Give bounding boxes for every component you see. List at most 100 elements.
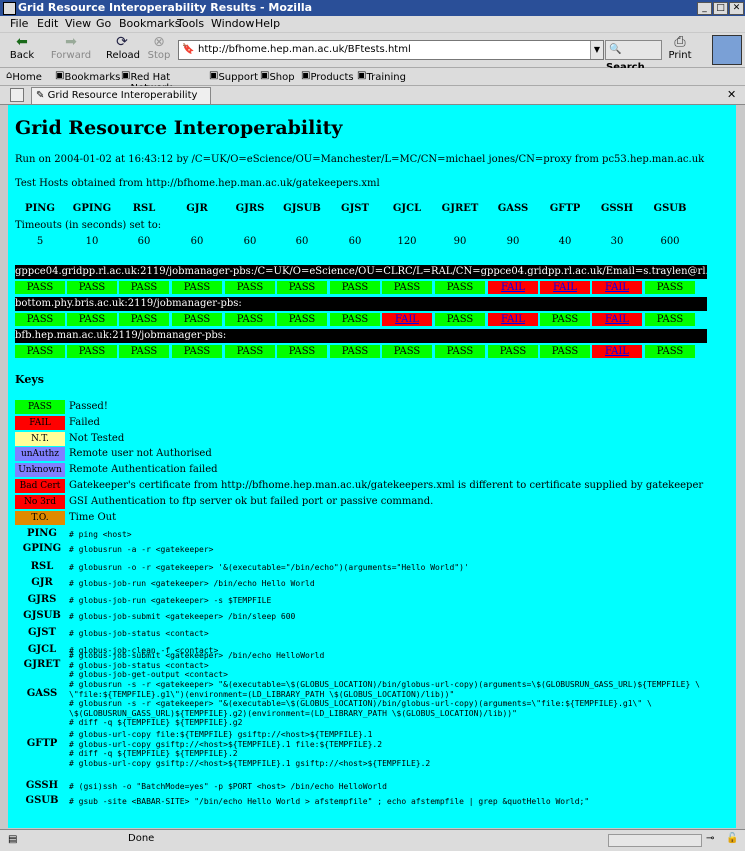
menu-help[interactable]: Help (255, 17, 280, 30)
status-text: Done (128, 833, 155, 844)
test-header-gftp: GFTP (549, 203, 581, 214)
result-cell-gftp[interactable]: FAIL (540, 281, 590, 294)
command-name: GJR (31, 577, 53, 588)
result-cell-ping: PASS (15, 281, 65, 294)
bookmark-products[interactable]: ▣ Products (301, 70, 354, 83)
result-cell-gass[interactable]: FAIL (488, 313, 538, 326)
command-name: PING (27, 528, 57, 539)
bookmark-support[interactable]: ▣ Support (209, 70, 258, 83)
bookmark-training-label: Training (366, 72, 406, 83)
url-field[interactable]: 🔖 http://bfhome.hep.man.ac.uk/BFtests.ht… (178, 40, 604, 60)
close-tab-icon[interactable]: ✕ (727, 88, 736, 101)
result-cell-gjsub: PASS (277, 281, 327, 294)
result-cell-gftp: PASS (540, 345, 590, 358)
command-text: # ping <host> (69, 530, 132, 539)
menu-bookmarks[interactable]: Bookmarks (119, 17, 180, 30)
result-cell-gjrs: PASS (225, 281, 275, 294)
test-header-gjr: GJR (186, 203, 208, 214)
timeout-gjsub: 60 (295, 236, 309, 247)
result-cell-gjrs: PASS (225, 313, 275, 326)
result-cell-gjr: PASS (172, 281, 222, 294)
timeout-gjr: 60 (190, 236, 204, 247)
reload-button[interactable]: ⟳ Reload (106, 35, 141, 62)
key-description: GSI Authentication to ftp server ok but … (69, 495, 434, 507)
result-cell-gjcl[interactable]: FAIL (382, 313, 432, 326)
menu-edit[interactable]: Edit (37, 17, 58, 30)
bookmark-home[interactable]: ⌂ Home (6, 70, 42, 83)
page-content: Grid Resource Interoperability Run on 20… (8, 105, 736, 828)
result-cell-gsub: PASS (645, 345, 695, 358)
command-name: GSSH (25, 780, 59, 791)
result-cell-gjrs: PASS (225, 345, 275, 358)
key-swatch: N.T. (15, 431, 65, 446)
maximize-button[interactable]: □ (713, 2, 728, 15)
bookmarks-toolbar: ⌂ Home ▣ Bookmarks ▣ Red Hat Network ▣ S… (0, 68, 745, 94)
result-cell-gping: PASS (67, 313, 117, 326)
result-cell-gjst: PASS (330, 281, 380, 294)
stop-button[interactable]: ⊗ Stop (146, 35, 172, 62)
vertical-scrollbar[interactable] (737, 105, 745, 828)
tab-grid-results[interactable]: ✎ Grid Resource Interoperability Results (31, 87, 211, 117)
navigation-toolbar: ⬅ Back ➡ Forward ⟳ Reload ⊗ Stop 🔖 http:… (0, 33, 745, 73)
command-text: # globusrun -s -r <gatekeeper> "&(execut… (69, 680, 700, 727)
test-header-gjst: GJST (341, 203, 369, 214)
result-cell-gssh[interactable]: FAIL (592, 313, 642, 326)
test-header-gping: GPING (72, 203, 112, 214)
app-icon[interactable] (3, 2, 16, 15)
command-text: # globus-job-run <gatekeeper> -s $TEMPFI… (69, 596, 272, 605)
result-cell-gssh[interactable]: FAIL (592, 281, 642, 294)
bookmark-support-label: Support (218, 72, 258, 83)
key-swatch: Unknown (15, 463, 65, 478)
key-description: Passed! (69, 401, 108, 412)
tab-bar: ✎ Grid Resource Interoperability Results… (0, 86, 745, 117)
command-name: GJCL (27, 644, 57, 655)
reload-label: Reload (106, 50, 141, 61)
close-window-button[interactable]: ✕ (729, 2, 744, 15)
command-text: # globus-job-status <contact> (69, 629, 209, 638)
result-cell-gass[interactable]: FAIL (488, 281, 538, 294)
timeout-gjret: 90 (453, 236, 467, 247)
result-cell-gftp: PASS (540, 313, 590, 326)
result-cell-gjr: PASS (172, 345, 222, 358)
back-label: Back (9, 50, 35, 61)
result-cell-rsl: PASS (119, 313, 169, 326)
progress-bar (608, 834, 702, 847)
menu-window[interactable]: Window (211, 17, 254, 30)
timeout-rsl: 60 (137, 236, 151, 247)
key-swatch: T.O. (15, 510, 65, 525)
print-button[interactable]: ⎙ Print (665, 35, 695, 62)
timeout-gjcl: 120 (397, 236, 417, 247)
result-cell-rsl: PASS (119, 345, 169, 358)
result-cell-gssh[interactable]: FAIL (592, 345, 642, 358)
command-name: GJST (28, 627, 56, 638)
bookmark-shop[interactable]: ▣ Shop (260, 70, 295, 83)
test-header-gssh: GSSH (600, 203, 634, 214)
bookmark-training[interactable]: ▣ Training (357, 70, 406, 83)
mozilla-throbber-icon[interactable] (712, 35, 742, 65)
forward-button[interactable]: ➡ Forward (50, 35, 92, 62)
url-dropdown-icon[interactable]: ▼ (590, 41, 603, 59)
back-button[interactable]: ⬅ Back (6, 34, 38, 62)
menu-tools[interactable]: Tools (177, 17, 204, 30)
back-arrow-icon: ⬅ (16, 34, 28, 50)
keys-heading: Keys (15, 373, 44, 386)
result-cell-gjr: PASS (172, 313, 222, 326)
bookmark-bookmarks[interactable]: ▣ Bookmarks (55, 70, 120, 83)
menu-go[interactable]: Go (96, 17, 111, 30)
page-favicon-icon: 🔖 (182, 44, 195, 55)
key-description: Failed (69, 416, 100, 428)
search-button[interactable]: 🔍 Search (605, 40, 662, 73)
run-info: Run on 2004-01-02 at 16:43:12 by /C=UK/O… (15, 154, 705, 165)
bookmark-redhat[interactable]: ▣ Red Hat Network (121, 70, 172, 94)
timeouts-label: Timeouts (in seconds) set to: (15, 220, 162, 231)
window-titlebar: Grid Resource Interoperability Results -… (0, 0, 745, 16)
menu-file[interactable]: File (10, 17, 28, 30)
key-description: Remote user not Authorised (69, 448, 212, 460)
key-swatch: Bad Cert (15, 479, 65, 493)
print-label: Print (668, 50, 692, 61)
new-tab-icon[interactable] (10, 88, 24, 102)
minimize-button[interactable]: _ (697, 2, 712, 15)
menu-view[interactable]: View (65, 17, 91, 30)
result-cell-gsub: PASS (645, 281, 695, 294)
test-header-gsub: GSUB (653, 203, 687, 214)
